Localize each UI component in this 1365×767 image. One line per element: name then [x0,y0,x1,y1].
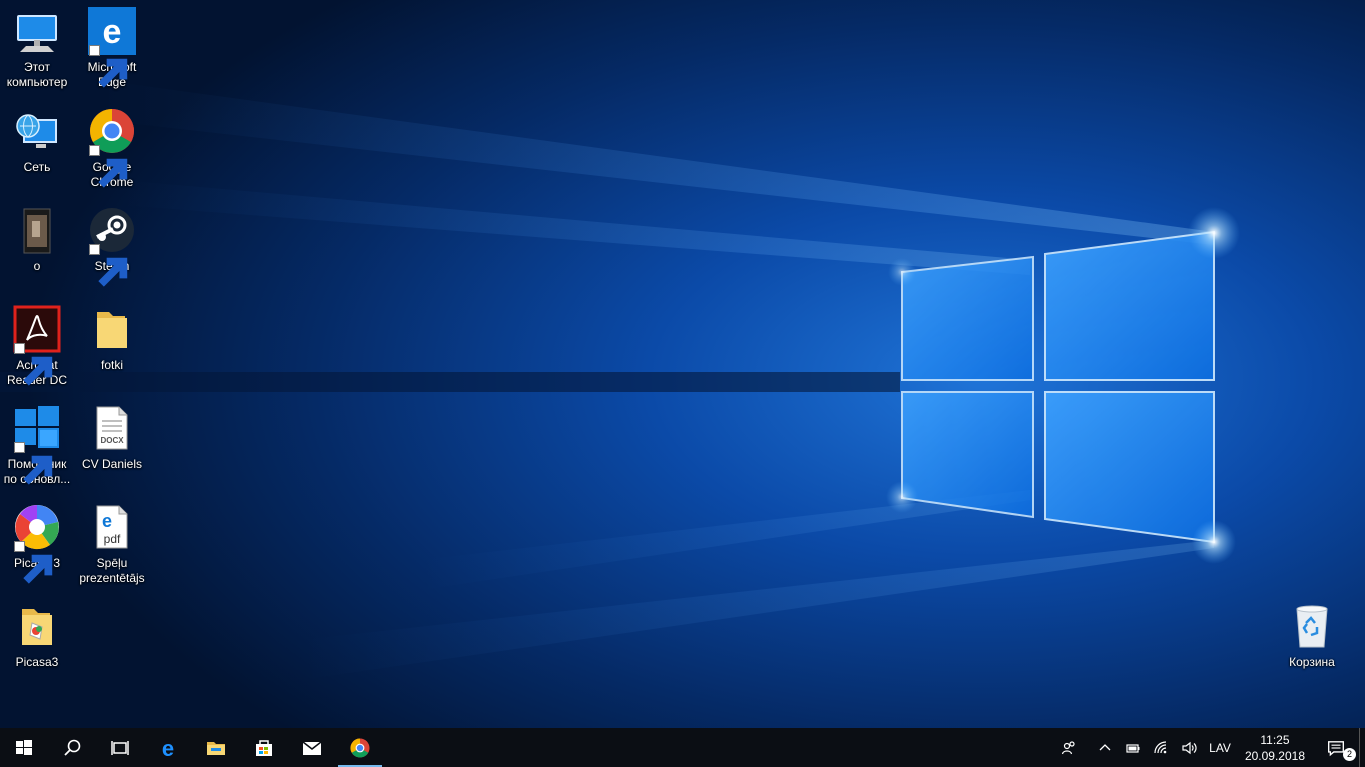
volume-button[interactable] [1175,728,1203,767]
svg-text:pdf: pdf [104,532,121,546]
people-button[interactable] [1047,728,1091,767]
show-hidden-icons-button[interactable] [1091,728,1119,767]
network-button[interactable] [1147,728,1175,767]
this-pc-icon [17,15,57,52]
desktop-icon-label: Сеть [23,160,51,174]
mail-icon [302,740,322,755]
chrome-icon [350,738,370,758]
desktop-icon-cv-daniels[interactable]: DOCX CV Daniels [75,399,149,495]
input-language-indicator[interactable]: LAV [1203,728,1237,767]
svg-text:e: e [102,511,112,531]
start-button[interactable] [0,728,48,767]
shortcut-arrow-icon [14,442,53,485]
video-file-icon [23,208,51,254]
taskbar-store-button[interactable] [240,728,288,767]
shortcut-arrow-icon [14,541,53,584]
shortcut-arrow-icon [89,244,128,287]
svg-text:DOCX: DOCX [100,436,124,445]
network-icon [16,114,57,148]
svg-text:e: e [162,737,174,759]
system-tray: LAV 11:25 20.09.2018 2 [1047,728,1365,767]
desktop-icon-acrobat-reader[interactable]: Acrobat Reader DC [0,300,74,396]
folder-icon [97,312,127,348]
clock[interactable]: 11:25 20.09.2018 [1237,732,1313,764]
taskbar-mail-button[interactable] [288,728,336,767]
taskbar-file-explorer-button[interactable] [192,728,240,767]
recycle-bin-icon [1296,605,1328,648]
task-view-icon [111,740,129,755]
edge-icon: e [162,737,174,759]
desktop-icon-network[interactable]: Сеть [0,102,74,198]
taskbar-edge-button[interactable]: e [144,728,192,767]
desktop-icon-label: Корзина [1289,655,1335,669]
docx-file-icon: DOCX [96,406,128,450]
battery-icon [1126,743,1140,753]
chevron-up-icon [1099,743,1111,750]
search-icon [64,739,81,756]
desktop-icon-o[interactable]: o [0,201,74,297]
action-center-button[interactable]: 2 [1313,728,1359,767]
wifi-icon [1154,740,1167,753]
desktop-icon-picasa3-folder[interactable]: Picasa3 [0,597,74,693]
desktop-icon-this-pc[interactable]: Этот компьютер [0,2,74,98]
notification-count-badge: 2 [1343,748,1356,761]
taskbar-chrome-button[interactable] [336,728,384,767]
search-button[interactable] [48,728,96,767]
desktop-icon-fotki[interactable]: fotki [75,300,149,396]
shortcut-arrow-icon [14,343,53,386]
picasa-folder-icon [22,609,52,645]
battery-button[interactable] [1119,728,1147,767]
desktop-icon-spelu-prezentetajs[interactable]: e pdf Spēļu prezentētājs [75,498,149,594]
show-desktop-button[interactable] [1359,728,1365,767]
store-icon [256,739,272,756]
desktop-icon-recycle-bin[interactable]: Корзина [1275,597,1349,693]
clock-time: 11:25 [1260,732,1290,747]
file-explorer-icon [207,741,225,755]
desktop-icon-label: Picasa3 [15,655,59,669]
shortcut-arrow-icon [89,45,128,88]
pdf-file-icon: e pdf [96,505,128,549]
desktop-icon-label: Spēļu prezentētājs [79,556,145,585]
desktop-icon-picasa-3[interactable]: Picasa 3 [0,498,74,594]
desktop-icon-update-assistant[interactable]: Помощник по обновл... [0,399,74,495]
start-icon [16,739,32,755]
desktop-icon-microsoft-edge[interactable]: e Microsoft Edge [75,2,149,98]
shortcut-arrow-icon [89,145,128,188]
desktop-icon-label: Этот компьютер [6,60,68,89]
taskbar: e LAV 11:25 20.09.2018 2 [0,728,1365,767]
desktop-icon-label: CV Daniels [81,457,143,471]
clock-date: 20.09.2018 [1244,748,1305,763]
desktop-wallpaper [0,0,1365,728]
people-icon [1062,740,1075,754]
volume-icon [1182,741,1197,754]
desktop-icon-label: fotki [100,358,123,372]
desktop-icon-steam[interactable]: Steam [75,201,149,297]
desktop-icon-google-chrome[interactable]: Google Chrome [75,102,149,198]
task-view-button[interactable] [96,728,144,767]
desktop-icon-label: o [33,259,41,273]
